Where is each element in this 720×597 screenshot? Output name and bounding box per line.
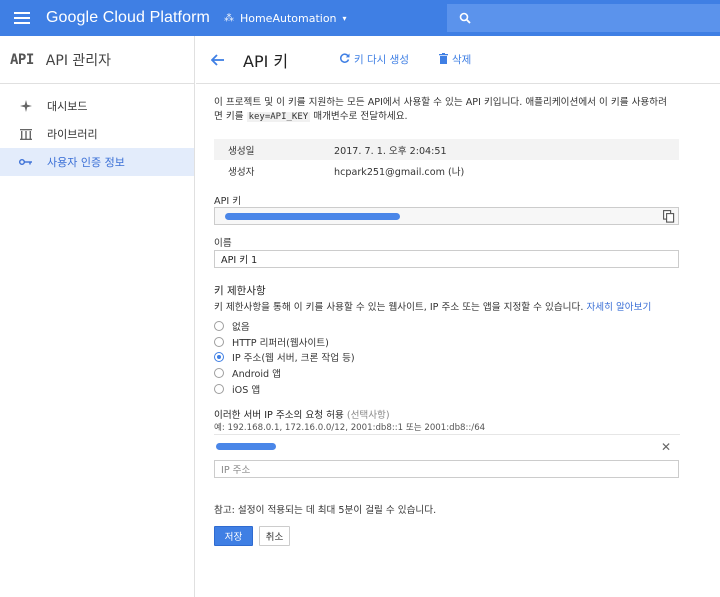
ip-allow-title-text: 이러한 서버 IP 주소의 요청 허용 bbox=[214, 410, 344, 421]
sidebar-item-library[interactable]: 라이브러리 bbox=[0, 120, 194, 148]
radio-option-ios[interactable]: iOS 앱 bbox=[214, 382, 260, 396]
code-snippet: key=API_KEY bbox=[246, 112, 311, 122]
metadata-value: 2017. 7. 1. 오후 2:04:51 bbox=[334, 145, 447, 157]
radio-label: 없음 bbox=[232, 322, 250, 333]
sidebar-item-label: 대시보드 bbox=[47, 100, 88, 113]
hamburger-menu-icon[interactable] bbox=[0, 0, 44, 36]
search-bar[interactable] bbox=[447, 4, 720, 32]
save-button[interactable]: 저장 bbox=[214, 526, 253, 546]
delete-button[interactable]: 삭제 bbox=[438, 52, 472, 67]
radio-button[interactable] bbox=[214, 321, 224, 331]
optional-text: (선택사항) bbox=[343, 410, 390, 421]
radio-label: iOS 앱 bbox=[232, 385, 261, 396]
restriction-text: 키 제한사항을 통해 이 키를 사용할 수 있는 웹사이트, IP 주소 또는 … bbox=[214, 302, 587, 313]
regenerate-key-button[interactable]: 키 다시 생성 bbox=[339, 52, 409, 67]
page-title: API 키 bbox=[243, 51, 289, 71]
ip-example: 예: 192.168.0.1, 172.16.0.0/12, 2001:db8:… bbox=[214, 423, 486, 433]
sidebar-title: API 관리자 bbox=[45, 52, 112, 69]
description: 이 프로젝트 및 이 키를 지원하는 모든 API에서 사용할 수 있는 API… bbox=[214, 96, 680, 124]
metadata-value: hcpark251@gmail.com (나) bbox=[334, 166, 465, 178]
project-selector[interactable]: ⁂ HomeAutomation ▾ bbox=[224, 12, 347, 25]
redacted-ip-address bbox=[216, 443, 276, 450]
api-logo: API bbox=[10, 51, 34, 68]
copy-icon[interactable] bbox=[663, 210, 675, 223]
ip-address-list-item: ✕ bbox=[214, 434, 680, 458]
description-line-1: 이 프로젝트 및 이 키를 지원하는 모든 API에서 사용할 수 있는 API… bbox=[214, 97, 667, 108]
api-key-field[interactable] bbox=[214, 207, 679, 225]
settings-note: 참고: 설정이 적용되는 데 최대 5분이 걸릴 수 있습니다. bbox=[214, 505, 437, 516]
api-key-label: API 키 bbox=[214, 196, 242, 207]
sidebar-nav: 대시보드 라이브러리 사용자 인증 정보 bbox=[0, 92, 194, 176]
main-content: 이 프로젝트 및 이 키를 지원하는 모든 API에서 사용할 수 있는 API… bbox=[214, 96, 680, 546]
back-arrow-icon[interactable] bbox=[196, 53, 240, 66]
description-text: 매개변수로 전달하세요. bbox=[310, 111, 408, 122]
dashboard-icon bbox=[17, 100, 35, 112]
trash-icon bbox=[438, 52, 448, 67]
restriction-description: 키 제한사항을 통해 이 키를 사용할 수 있는 웹사이트, IP 주소 또는 … bbox=[214, 299, 651, 313]
sidebar-item-dashboard[interactable]: 대시보드 bbox=[0, 92, 194, 120]
sidebar-item-label: 사용자 인증 정보 bbox=[47, 156, 125, 169]
radio-option-http-referrer[interactable]: HTTP 리퍼러(웹사이트) bbox=[214, 335, 329, 349]
name-input[interactable]: API 키 1 bbox=[214, 250, 679, 268]
metadata-key: 생성일 bbox=[228, 145, 255, 157]
redacted-api-key bbox=[225, 213, 400, 220]
cancel-button[interactable]: 취소 bbox=[259, 526, 290, 546]
metadata-row: 생성자 hcpark251@gmail.com (나) bbox=[214, 160, 679, 181]
name-label: 이름 bbox=[214, 238, 232, 249]
close-icon[interactable]: ✕ bbox=[661, 440, 671, 454]
radio-button[interactable] bbox=[214, 368, 224, 378]
radio-option-none[interactable]: 없음 bbox=[214, 319, 250, 333]
page-header: API 키 키 다시 생성 삭제 bbox=[196, 36, 720, 84]
refresh-icon bbox=[339, 52, 350, 67]
app-logo[interactable]: Google Cloud Platform bbox=[46, 9, 210, 27]
radio-label: HTTP 리퍼러(웹사이트) bbox=[232, 338, 329, 349]
regenerate-key-label: 키 다시 생성 bbox=[354, 54, 409, 66]
project-icon: ⁂ bbox=[223, 12, 234, 24]
chevron-down-icon: ▾ bbox=[342, 13, 347, 23]
top-app-bar: Google Cloud Platform ⁂ HomeAutomation ▾ bbox=[0, 0, 720, 36]
description-text: 면 키를 bbox=[214, 111, 247, 122]
library-icon bbox=[17, 128, 35, 140]
ip-address-input[interactable]: IP 주소 bbox=[214, 460, 679, 478]
sidebar: API API 관리자 대시보드 라이브러리 사용자 인증 정보 bbox=[0, 36, 195, 597]
metadata-row: 생성일 2017. 7. 1. 오후 2:04:51 bbox=[214, 139, 679, 160]
sidebar-header: API API 관리자 bbox=[0, 36, 194, 84]
radio-button-selected[interactable] bbox=[214, 352, 224, 362]
search-icon bbox=[459, 12, 471, 24]
learn-more-link[interactable]: 자세히 알아보기 bbox=[586, 302, 651, 313]
radio-button[interactable] bbox=[214, 384, 224, 394]
radio-label: IP 주소(웹 서버, 크론 작업 등) bbox=[232, 353, 355, 364]
ip-allow-title: 이러한 서버 IP 주소의 요청 허용 (선택사항) bbox=[214, 407, 390, 421]
radio-option-ip-address[interactable]: IP 주소(웹 서버, 크론 작업 등) bbox=[214, 350, 355, 364]
radio-option-android[interactable]: Android 앱 bbox=[214, 366, 281, 380]
key-icon bbox=[17, 158, 35, 166]
restriction-title: 키 제한사항 bbox=[214, 285, 266, 297]
project-name: HomeAutomation bbox=[239, 11, 337, 25]
radio-button[interactable] bbox=[214, 337, 224, 347]
metadata-key: 생성자 bbox=[228, 166, 255, 178]
delete-label: 삭제 bbox=[451, 54, 472, 66]
description-line-2: 면 키를 key=API_KEY 매개변수로 전달하세요. bbox=[214, 110, 680, 124]
sidebar-item-label: 라이브러리 bbox=[47, 128, 98, 141]
sidebar-item-credentials[interactable]: 사용자 인증 정보 bbox=[0, 148, 194, 176]
key-metadata-table: 생성일 2017. 7. 1. 오후 2:04:51 생성자 hcpark251… bbox=[214, 139, 679, 181]
radio-label: Android 앱 bbox=[232, 369, 281, 380]
